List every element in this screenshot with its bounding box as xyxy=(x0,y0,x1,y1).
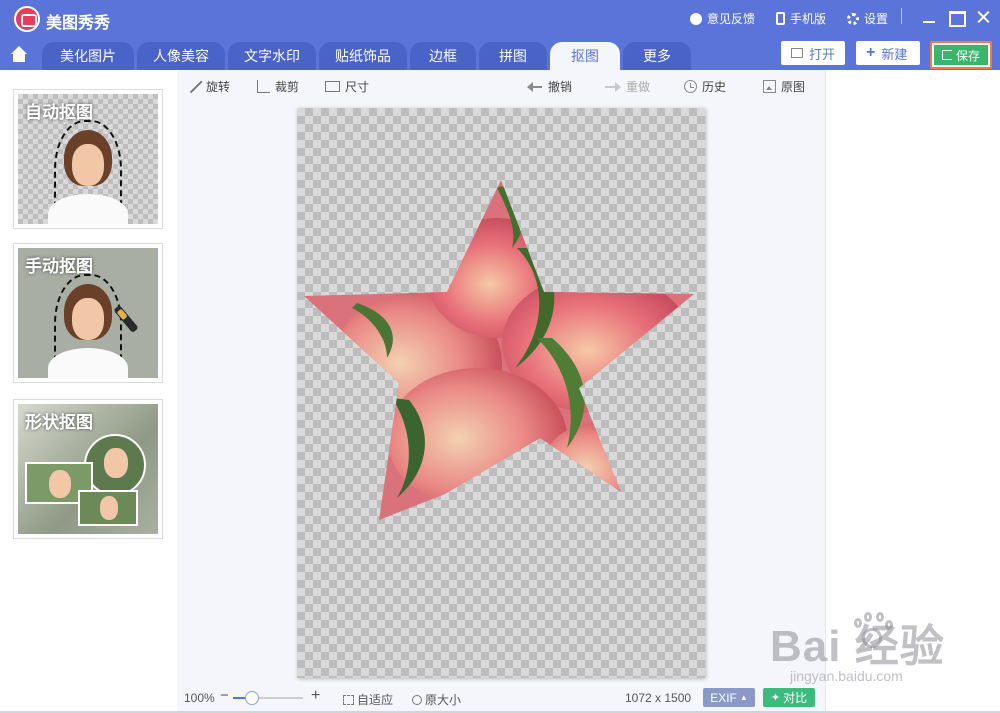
settings-label: 设置 xyxy=(864,12,889,26)
clock-icon xyxy=(684,80,697,93)
size-label: 尺寸 xyxy=(345,80,370,94)
rotate-button[interactable]: 旋转 xyxy=(188,78,230,95)
actual-size-button[interactable]: 原大小 xyxy=(412,691,461,708)
original-button[interactable]: 原图 xyxy=(763,78,805,95)
chat-icon xyxy=(690,12,702,25)
manual-cutout-card[interactable]: 手动抠图 xyxy=(13,243,163,383)
crop-label: 裁剪 xyxy=(275,80,300,94)
redo-label: 重做 xyxy=(626,80,651,94)
portrait-image xyxy=(48,120,128,224)
history-button[interactable]: 历史 xyxy=(684,78,726,95)
gear-icon xyxy=(847,12,859,25)
fit-button[interactable]: 自适应 xyxy=(343,691,393,708)
workspace: 旋转 裁剪 尺寸 撤销 重做 历史 原图 xyxy=(177,70,825,711)
new-button[interactable]: + 新建 xyxy=(856,41,920,65)
home-icon[interactable] xyxy=(8,46,30,64)
original-label: 原图 xyxy=(781,80,806,94)
image-dimensions: 1072 x 1500 xyxy=(625,691,692,705)
history-label: 历史 xyxy=(702,80,727,94)
cutout-mode-panel: 自动抠图 手动抠图 形状抠图 xyxy=(0,70,177,711)
rotate-icon xyxy=(188,80,201,93)
tab-frame[interactable]: 边框 xyxy=(410,42,476,70)
undo-arrow-icon xyxy=(527,80,543,93)
maximize-button[interactable] xyxy=(948,9,966,27)
tab-cutout[interactable]: 抠图 xyxy=(550,42,620,70)
picture-icon xyxy=(763,80,776,93)
scissors-icon xyxy=(257,80,270,93)
zoom-out-button[interactable]: − xyxy=(220,687,229,704)
shape-cutout-label: 形状抠图 xyxy=(25,413,93,432)
fit-icon xyxy=(343,694,354,705)
magnifier-icon xyxy=(412,694,422,705)
zoom-level: 100% xyxy=(184,691,215,705)
new-label: 新建 xyxy=(881,46,908,62)
app-logo-icon xyxy=(14,6,40,32)
tab-portrait[interactable]: 人像美容 xyxy=(137,42,225,70)
save-button[interactable]: 保存 xyxy=(930,41,992,69)
size-button[interactable]: 尺寸 xyxy=(325,78,369,95)
feedback-link[interactable]: 意见反馈 xyxy=(690,10,755,27)
zoom-in-button[interactable]: + xyxy=(311,687,320,705)
titlebar-divider xyxy=(901,8,902,24)
tab-beautify[interactable]: 美化图片 xyxy=(42,42,134,70)
circle-shape-thumb xyxy=(84,434,146,496)
exif-label: EXIF xyxy=(710,690,737,705)
auto-cutout-label: 自动抠图 xyxy=(25,103,93,122)
zoom-slider[interactable] xyxy=(233,691,303,705)
small-shape-thumb xyxy=(78,490,138,526)
app-title: 美图秀秀 xyxy=(46,15,111,32)
redo-button[interactable]: 重做 xyxy=(605,78,650,95)
open-label: 打开 xyxy=(809,46,836,62)
save-label: 保存 xyxy=(955,48,980,63)
image-canvas[interactable] xyxy=(297,108,705,678)
tab-stickers[interactable]: 贴纸饰品 xyxy=(319,42,407,70)
status-bar: 100% − + 自适应 原大小 1072 x 1500 EXIF ▲ ✦ 对比 xyxy=(177,686,825,711)
resize-icon xyxy=(325,81,340,92)
plus-icon: + xyxy=(866,44,876,61)
image-icon xyxy=(791,48,803,58)
mobile-label: 手机版 xyxy=(790,12,827,26)
caret-up-icon: ▲ xyxy=(739,693,748,702)
title-bar: 美图秀秀 意见反馈 手机版 设置 xyxy=(0,0,1000,38)
portrait-image xyxy=(48,274,128,378)
fit-label: 自适应 xyxy=(357,693,394,707)
paw-icon xyxy=(852,612,893,652)
star-cutout-image xyxy=(304,180,694,520)
tab-more[interactable]: 更多 xyxy=(623,42,691,70)
zoom-slider-knob[interactable] xyxy=(244,691,259,705)
tab-text-watermark[interactable]: 文字水印 xyxy=(228,42,316,70)
feedback-label: 意见反馈 xyxy=(707,12,756,26)
minimize-button[interactable] xyxy=(921,9,937,25)
mobile-version-link[interactable]: 手机版 xyxy=(776,10,826,27)
close-button[interactable] xyxy=(975,9,991,25)
tab-collage[interactable]: 拼图 xyxy=(479,42,547,70)
phone-icon xyxy=(776,12,785,25)
undo-button[interactable]: 撤销 xyxy=(527,78,572,95)
tab-bar: 美化图片 人像美容 文字水印 贴纸饰品 边框 拼图 抠图 更多 打开 + 新建 … xyxy=(0,38,1000,70)
settings-link[interactable]: 设置 xyxy=(847,10,888,27)
baidu-jingyan-watermark: Bai 经验 jingyan.baidu.com xyxy=(764,604,954,694)
auto-cutout-card[interactable]: 自动抠图 xyxy=(13,89,163,229)
redo-arrow-icon xyxy=(605,80,621,93)
rotate-label: 旋转 xyxy=(206,80,231,94)
exif-button[interactable]: EXIF ▲ xyxy=(703,688,755,707)
export-icon xyxy=(941,50,952,60)
manual-cutout-label: 手动抠图 xyxy=(25,257,93,276)
undo-label: 撤销 xyxy=(548,80,573,94)
shape-cutout-card[interactable]: 形状抠图 xyxy=(13,399,163,539)
crop-button[interactable]: 裁剪 xyxy=(257,78,299,95)
watermark-url: jingyan.baidu.com xyxy=(790,668,903,684)
open-button[interactable]: 打开 xyxy=(781,41,845,65)
actual-size-label: 原大小 xyxy=(425,693,462,707)
